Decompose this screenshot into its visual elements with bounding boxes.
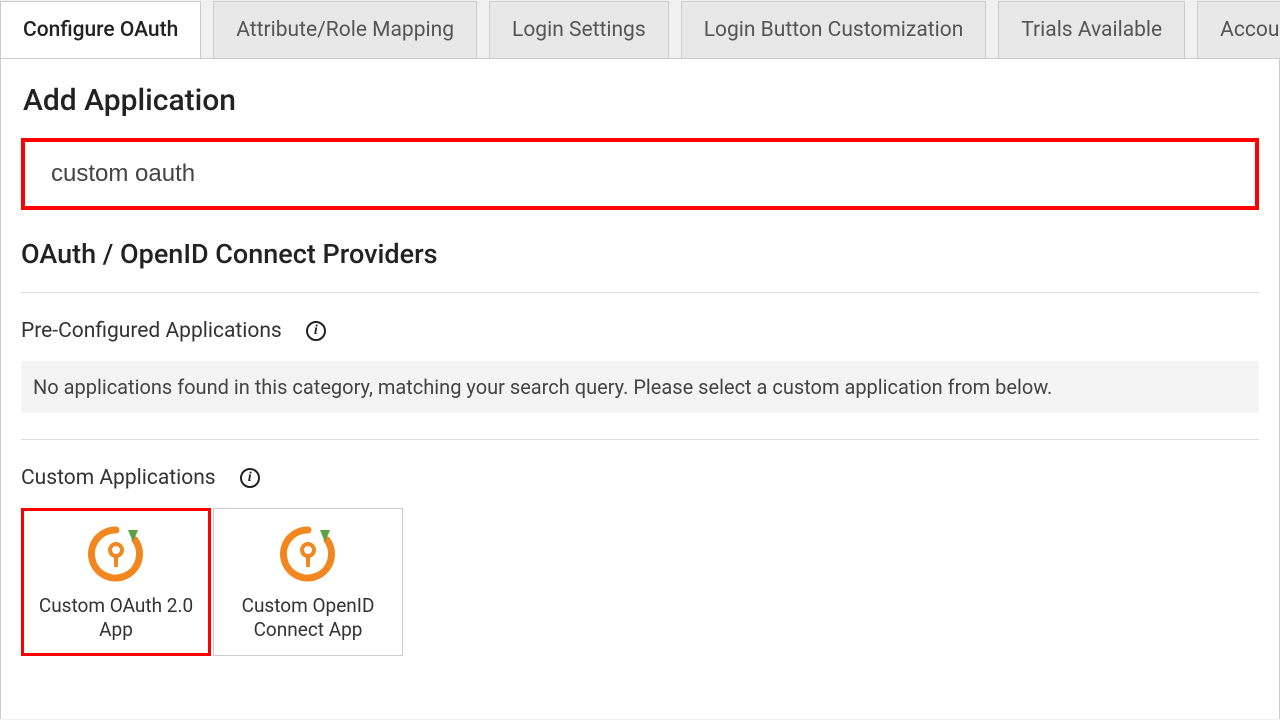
- content-panel: Add Application OAuth / OpenID Connect P…: [0, 59, 1280, 719]
- card-label: Custom OpenID Connect App: [220, 594, 396, 642]
- search-wrap: [21, 138, 1259, 210]
- empty-preconfigured-message: No applications found in this category, …: [21, 361, 1259, 413]
- tab-bar: Configure OAuth Attribute/Role Mapping L…: [0, 0, 1280, 59]
- card-custom-openid-app[interactable]: Custom OpenID Connect App: [213, 508, 403, 656]
- heading-add-application: Add Application: [23, 83, 1259, 118]
- card-custom-oauth-app[interactable]: Custom OAuth 2.0 App: [21, 508, 211, 656]
- divider: [21, 292, 1259, 293]
- oauth-icon: [84, 522, 148, 586]
- info-icon[interactable]: i: [306, 321, 326, 341]
- search-input[interactable]: [25, 142, 1255, 206]
- tab-login-settings[interactable]: Login Settings: [489, 1, 669, 59]
- section-preconfigured: Pre-Configured Applications i: [21, 319, 1259, 343]
- tab-account-setup[interactable]: Account Setup: [1197, 1, 1280, 59]
- tab-login-button-customization[interactable]: Login Button Customization: [681, 1, 987, 59]
- custom-app-cards: Custom OAuth 2.0 App Custom OpenID Conne…: [21, 508, 1259, 656]
- tab-attribute-role-mapping[interactable]: Attribute/Role Mapping: [213, 1, 477, 59]
- card-label: Custom OAuth 2.0 App: [30, 594, 202, 642]
- divider: [21, 439, 1259, 440]
- tab-trials-available[interactable]: Trials Available: [998, 1, 1185, 59]
- section-custom: Custom Applications i: [21, 466, 1259, 490]
- tab-configure-oauth[interactable]: Configure OAuth: [0, 1, 201, 59]
- info-icon[interactable]: i: [240, 468, 260, 488]
- label-custom: Custom Applications: [21, 466, 216, 490]
- label-preconfigured: Pre-Configured Applications: [21, 319, 282, 343]
- heading-providers: OAuth / OpenID Connect Providers: [21, 238, 1259, 270]
- oauth-icon: [276, 522, 340, 586]
